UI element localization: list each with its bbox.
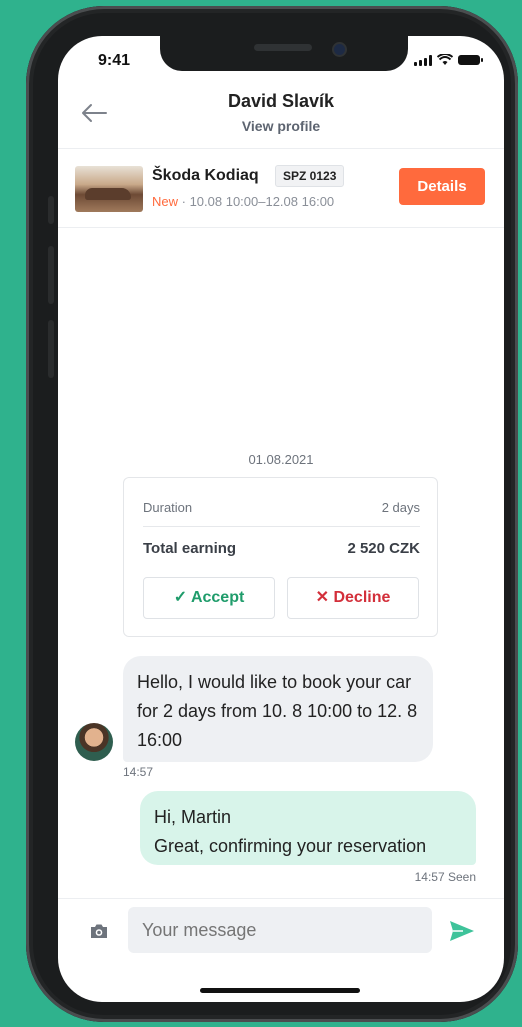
- details-button[interactable]: Details: [399, 168, 485, 205]
- camera-icon[interactable]: [89, 923, 109, 944]
- total-row: Total earning 2 520 CZK: [143, 540, 420, 557]
- status-time: 9:41: [98, 52, 131, 69]
- total-label: Total earning: [143, 540, 237, 557]
- total-value: 2 520 CZK: [347, 540, 420, 557]
- outgoing-line-2: Great, confirming your reservation: [154, 836, 427, 856]
- car-name: Škoda Kodiaq: [152, 167, 259, 184]
- decline-label: Decline: [333, 589, 391, 606]
- outgoing-message: Hi, Martin Great, confirming your reserv…: [140, 791, 476, 865]
- close-icon: ✕: [315, 589, 330, 606]
- send-icon[interactable]: [449, 920, 475, 947]
- outgoing-message-meta: 14:57 Seen: [414, 870, 476, 884]
- view-profile-link[interactable]: View profile: [58, 118, 504, 134]
- contact-name: David Slavík: [227, 91, 335, 111]
- front-camera: [332, 42, 347, 57]
- wifi-icon: [437, 54, 453, 65]
- incoming-message-time: 14:57: [123, 765, 154, 779]
- accept-button[interactable]: ✓ Accept: [143, 577, 275, 619]
- signal-icon: [414, 54, 432, 66]
- booking-dates: · 10.08 10:00–12.08 16:00: [178, 194, 335, 209]
- duration-label: Duration: [143, 500, 193, 515]
- battery-icon: [458, 55, 483, 65]
- incoming-message: Hello, I would like to book your car for…: [123, 656, 433, 762]
- duration-row: Duration 2 days: [143, 500, 420, 515]
- message-input[interactable]: [128, 907, 432, 953]
- chat-header: David Slavík View profile: [58, 88, 504, 144]
- notch: [160, 36, 408, 71]
- check-icon: ✓: [173, 589, 188, 606]
- divider: [143, 526, 420, 527]
- home-indicator: [200, 988, 360, 993]
- accept-label: Accept: [190, 589, 245, 606]
- decline-button[interactable]: ✕ Decline: [287, 577, 419, 619]
- duration-value: 2 days: [381, 500, 420, 515]
- phone-screen: 9:41 David Slavík View profile Škoda Kod…: [58, 36, 504, 1002]
- date-separator: 01.08.2021: [248, 452, 314, 467]
- car-thumbnail: [75, 166, 143, 212]
- avatar[interactable]: [75, 723, 113, 761]
- booking-request-card: Duration 2 days Total earning 2 520 CZK …: [123, 477, 438, 637]
- outgoing-message-text: Hi, Martin Great, confirming your reserv…: [154, 803, 426, 861]
- message-composer: [58, 898, 504, 963]
- status-badge: New: [152, 194, 179, 209]
- speaker: [254, 44, 312, 51]
- status-icons: [414, 54, 483, 66]
- plate-badge: SPZ 0123: [275, 165, 345, 187]
- outgoing-line-1: Hi, Martin: [154, 807, 232, 827]
- incoming-message-text: Hello, I would like to book your car for…: [137, 672, 418, 750]
- booking-meta: New · 10.08 10:00–12.08 16:00: [152, 194, 334, 209]
- booking-summary: Škoda Kodiaq SPZ 0123 New · 10.08 10:00–…: [58, 148, 504, 228]
